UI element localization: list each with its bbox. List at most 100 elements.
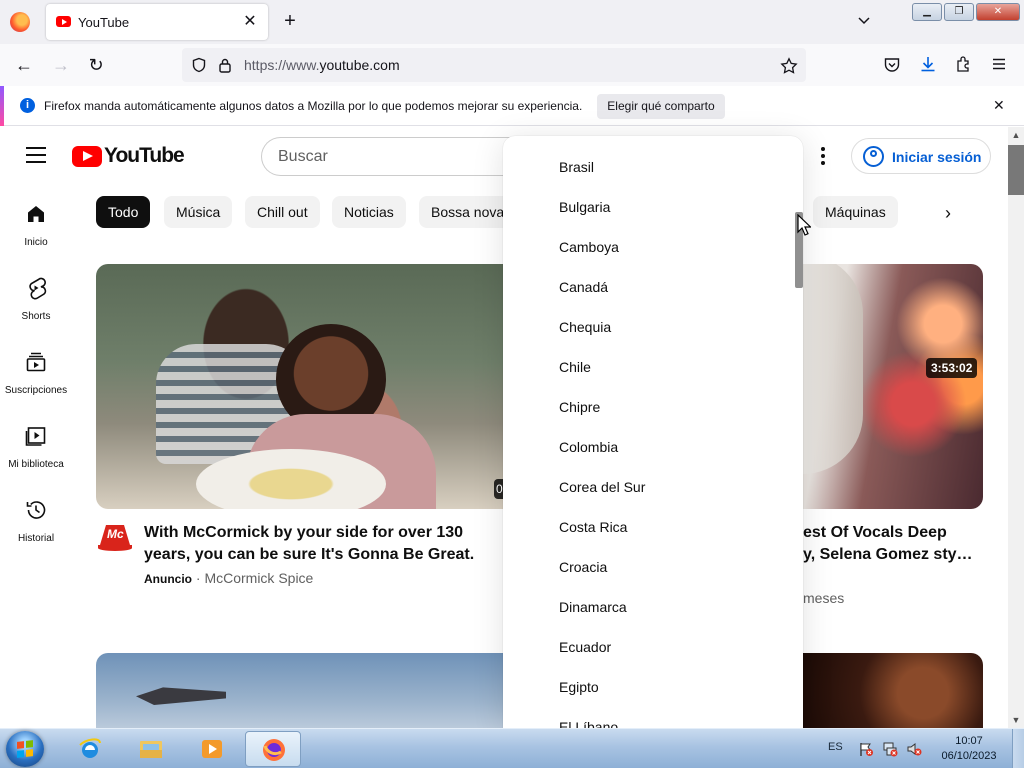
close-window-icon[interactable]: ✕ (976, 3, 1020, 21)
tab-title: YouTube (78, 15, 130, 30)
pocket-icon[interactable] (883, 56, 901, 74)
list-all-tabs-icon[interactable] (856, 12, 872, 28)
sidebar-item-shorts[interactable]: Shorts (0, 276, 72, 346)
chip-chill-out[interactable]: Chill out (245, 196, 320, 228)
volume-muted-icon[interactable] (906, 741, 922, 757)
scroll-down-icon[interactable]: ▼ (1008, 712, 1024, 728)
taskbar-internet-explorer[interactable] (62, 731, 118, 767)
sidebar-label: Historial (17, 533, 55, 544)
info-icon: i (20, 98, 35, 113)
back-icon[interactable]: ← (13, 54, 35, 76)
page-scrollbar[interactable]: ▲ ▼ (1008, 127, 1024, 728)
url-domain: youtube.com (319, 57, 400, 73)
country-option[interactable]: El Líbano (503, 707, 793, 728)
chips-next-icon[interactable]: › (945, 204, 963, 222)
url-prefix: https://www. (244, 57, 320, 73)
internet-explorer-icon (79, 738, 101, 758)
action-center-flag-icon[interactable] (858, 741, 874, 757)
ad-label: Anuncio (144, 572, 192, 586)
youtube-logo[interactable]: YouTube (72, 144, 185, 167)
home-icon (28, 206, 44, 222)
chip-noticias[interactable]: Noticias (332, 196, 406, 228)
extensions-icon[interactable] (955, 55, 973, 73)
tracking-protection-icon[interactable] (191, 57, 207, 73)
sign-in-button[interactable]: Iniciar sesión (851, 138, 991, 174)
country-option[interactable]: Colombia (503, 427, 793, 467)
windows-logo-icon (17, 740, 33, 758)
video-title[interactable]: est Of Vocals Deep y, Selena Gomez sty… (803, 522, 983, 566)
guide-menu-icon[interactable] (26, 147, 46, 163)
more-options-icon[interactable] (816, 147, 830, 165)
logo-shape (98, 545, 132, 551)
country-option[interactable]: Brasil (503, 147, 793, 187)
video-thumbnail-fire[interactable] (803, 653, 983, 728)
bookmark-star-icon[interactable] (780, 57, 798, 75)
country-option[interactable]: Camboya (503, 227, 793, 267)
sidebar-item-historial[interactable]: Historial (0, 498, 72, 568)
country-option[interactable]: Chipre (503, 387, 793, 427)
taskbar-explorer[interactable] (123, 731, 179, 767)
taskbar-firefox[interactable] (245, 731, 301, 767)
scroll-up-icon[interactable]: ▲ (1008, 127, 1024, 143)
minimize-icon[interactable]: ▁ (912, 3, 942, 21)
country-option[interactable]: Ecuador (503, 627, 793, 667)
shorts-icon (29, 277, 47, 300)
country-option[interactable]: Canadá (503, 267, 793, 307)
app-menu-icon[interactable] (991, 56, 1007, 72)
country-option[interactable]: Corea del Sur (503, 467, 793, 507)
scrollbar-thumb[interactable] (1008, 145, 1024, 195)
restore-icon[interactable]: ❐ (944, 3, 974, 21)
infobar-message: Firefox manda automáticamente algunos da… (44, 99, 583, 113)
tab-youtube[interactable]: YouTube ✕ (46, 4, 268, 40)
infobar-close-icon[interactable]: ✕ (993, 98, 1007, 112)
choose-what-to-share-button[interactable]: Elegir qué comparto (597, 94, 725, 119)
start-button[interactable] (6, 731, 44, 767)
channel-name[interactable]: · McCormick Spice (192, 570, 313, 586)
thumbnail-shuttle (136, 687, 226, 705)
taskbar-media-player[interactable] (184, 731, 240, 767)
search-input[interactable]: Buscar (261, 137, 541, 176)
youtube-favicon-icon (56, 16, 71, 27)
country-option[interactable]: Costa Rica (503, 507, 793, 547)
country-option[interactable]: Dinamarca (503, 587, 793, 627)
sidebar-item-mi-biblioteca[interactable]: Mi biblioteca (0, 424, 72, 494)
clock-date: 06/10/2023 (941, 750, 997, 762)
firefox-icon (263, 739, 285, 761)
mccormick-logo[interactable]: Mc (98, 525, 132, 551)
url-bar[interactable]: https://www.youtube.com (182, 48, 806, 82)
tab-close-icon[interactable]: ✕ (240, 12, 260, 32)
firefox-icon[interactable] (10, 12, 30, 32)
lock-icon[interactable] (218, 57, 232, 73)
video-thumbnail-shuttle[interactable] (96, 653, 504, 728)
video-title[interactable]: With McCormick by your side for over 130… (144, 522, 504, 566)
chip-bossa-nova[interactable]: Bossa nova (419, 196, 517, 228)
tab-bar: YouTube ✕ + ▁ ❐ ✕ (0, 0, 1024, 44)
library-icon (25, 427, 46, 446)
chip-musica[interactable]: Música (164, 196, 233, 228)
youtube-play-icon (72, 145, 102, 167)
subscriptions-icon (26, 352, 46, 372)
country-option[interactable]: Chile (503, 347, 793, 387)
new-tab-icon[interactable]: + (280, 11, 300, 31)
sidebar-item-suscripciones[interactable]: Suscripciones (0, 350, 72, 420)
network-icon[interactable] (882, 741, 898, 757)
chip-todo[interactable]: Todo (96, 196, 151, 228)
country-option[interactable]: Egipto (503, 667, 793, 707)
country-option[interactable]: Croacia (503, 547, 793, 587)
system-clock[interactable]: 10:07 06/10/2023 (934, 734, 1004, 764)
thumbnail-figure (803, 264, 863, 474)
sidebar-item-inicio[interactable]: Inicio (0, 202, 72, 272)
infobar-accent (0, 86, 4, 126)
show-desktop-button[interactable] (1012, 729, 1024, 768)
reload-icon[interactable]: ↻ (85, 54, 107, 76)
downloads-icon[interactable] (919, 55, 937, 73)
forward-icon[interactable]: → (50, 54, 72, 76)
video-thumbnail-mccormick[interactable]: 0 (96, 264, 504, 509)
country-option[interactable]: Bulgaria (503, 187, 793, 227)
chip-maquinas[interactable]: Máquinas (813, 196, 898, 228)
video-thumbnail-vocals[interactable] (803, 264, 983, 509)
country-option[interactable]: Chequia (503, 307, 793, 347)
language-indicator[interactable]: ES (828, 741, 843, 753)
url-text[interactable]: https://www.youtube.com (244, 57, 400, 73)
video-meta: meses (803, 590, 845, 606)
